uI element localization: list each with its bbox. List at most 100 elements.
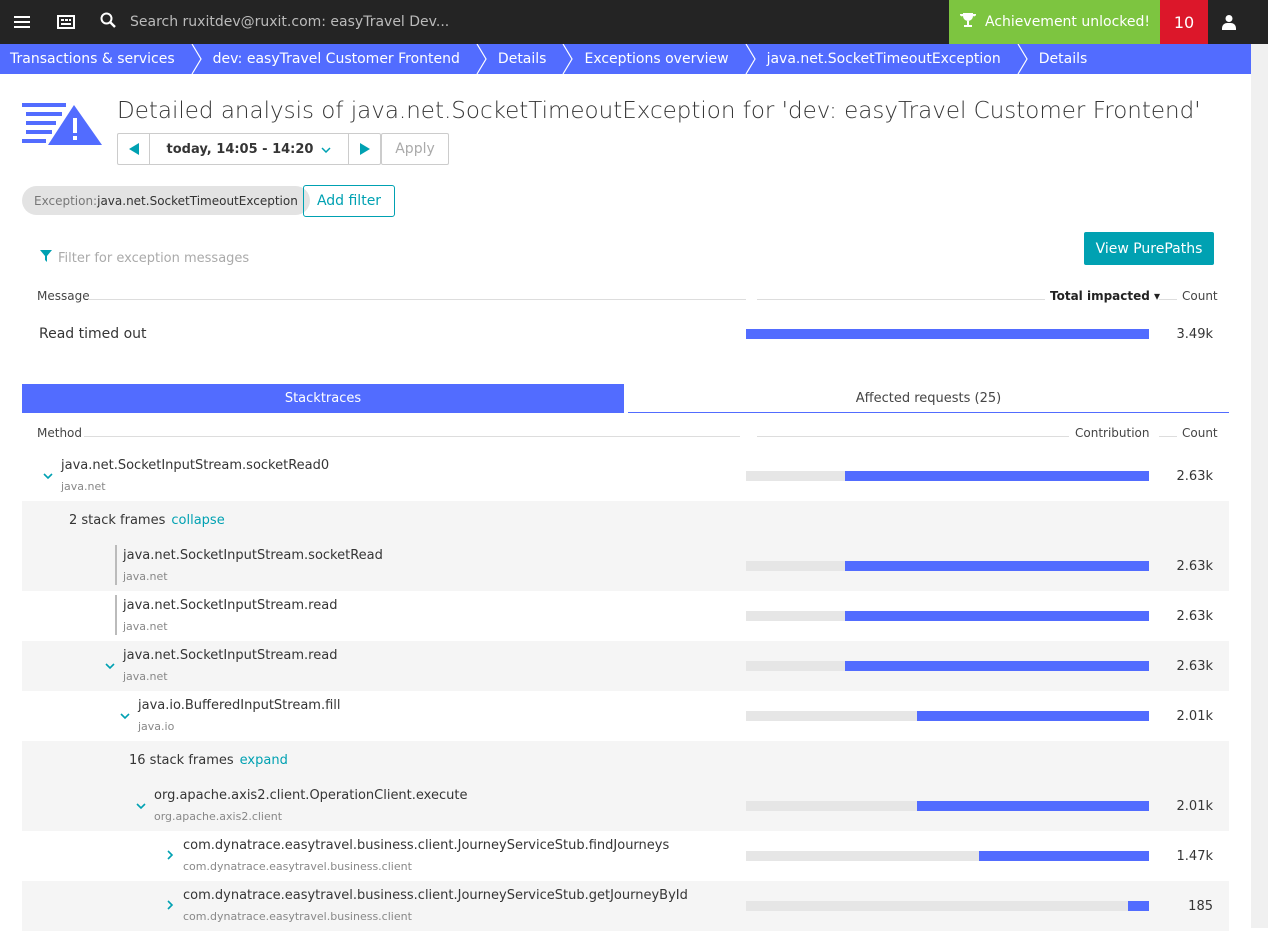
timeframe-prev-button[interactable] [118, 134, 149, 164]
stack-frames-row[interactable]: 16 stack frames expand [22, 741, 1229, 781]
exception-list-icon [22, 103, 102, 151]
message-text[interactable]: Read timed out [39, 326, 147, 342]
breadcrumb-item[interactable]: Details [488, 44, 575, 74]
chevron-right-icon[interactable] [163, 898, 177, 912]
breadcrumb-label: dev: easyTravel Customer Frontend [212, 51, 460, 67]
contribution-bar-fill [845, 661, 1149, 671]
stack-row[interactable]: org.apache.axis2.client.OperationClient.… [22, 781, 1229, 831]
breadcrumb-item[interactable]: dev: easyTravel Customer Frontend [203, 44, 488, 74]
stack-row[interactable]: java.net.SocketInputStream.read java.net 2… [22, 591, 1229, 641]
achievement-banner[interactable]: Achievement unlocked! [949, 0, 1160, 44]
contribution-bar [746, 661, 1149, 671]
breadcrumb-separator-icon [745, 44, 756, 74]
dashboard-icon[interactable] [52, 0, 80, 44]
timeframe-dropdown[interactable]: today, 14:05 - 14:20 [149, 134, 349, 164]
breadcrumb-item[interactable]: Transactions & services [0, 44, 203, 74]
exception-filter-chip[interactable]: Exception: java.net.SocketTimeoutExcepti… [22, 186, 310, 215]
stack-row[interactable]: com.dynatrace.easytravel.business.client… [22, 881, 1229, 931]
timeframe-next-button[interactable] [349, 134, 380, 164]
stack-row[interactable]: com.dynatrace.easytravel.business.client… [22, 831, 1229, 881]
message-filter-input[interactable]: Filter for exception messages [40, 250, 249, 266]
package-name: java.net [123, 670, 168, 683]
col-contribution[interactable]: Contribution [1075, 426, 1150, 440]
col-method[interactable]: Method [37, 426, 82, 440]
stack-row[interactable]: java.net.SocketInputStream.socketRead0 ja… [22, 451, 1229, 501]
filter-placeholder: Filter for exception messages [58, 250, 250, 266]
frames-count: 2 stack frames [69, 513, 166, 528]
achievement-label: Achievement unlocked! [985, 14, 1150, 30]
menu-icon[interactable] [8, 0, 36, 44]
message-bar [746, 329, 1149, 339]
contribution-bar-fill [1127, 901, 1149, 911]
frame-indent-line [115, 545, 117, 585]
chip-key: Exception: [34, 193, 98, 208]
method-name: com.dynatrace.easytravel.business.client… [183, 888, 688, 903]
tab-stacktraces[interactable]: Stacktraces [22, 384, 624, 413]
stack-row[interactable]: java.io.BufferedInputStream.fill java.io 2… [22, 691, 1229, 741]
stack-frames-label: 16 stack frames expand [129, 753, 288, 768]
user-icon[interactable] [1208, 0, 1250, 44]
search-box[interactable]: Search ruxitdev@ruxit.com: easyTravel De… [100, 0, 449, 44]
col-total-impacted[interactable]: Total impacted ▾ [1050, 289, 1160, 303]
row-count: 2.63k [1176, 469, 1213, 484]
contribution-bar-fill [845, 471, 1149, 481]
col-count[interactable]: Count [1182, 289, 1218, 303]
divider [757, 299, 1045, 300]
message-bar-fill [746, 329, 1149, 339]
contribution-bar [746, 611, 1149, 621]
col-count[interactable]: Count [1182, 426, 1218, 440]
package-name: java.net [61, 480, 106, 493]
contribution-bar-fill [845, 561, 1149, 571]
breadcrumb-label: Details [497, 51, 547, 67]
page-title: Detailed analysis of java.net.SocketTime… [117, 98, 1201, 124]
stack-row[interactable]: java.net.SocketInputStream.socketRead jav… [22, 541, 1229, 591]
breadcrumb-separator-icon [562, 44, 574, 74]
collapse-link[interactable]: collapse [171, 513, 224, 528]
method-name: java.net.SocketInputStream.socketRead0 [61, 458, 330, 473]
row-count: 2.01k [1176, 799, 1213, 814]
chevron-down-icon[interactable] [118, 709, 132, 723]
expand-link[interactable]: expand [240, 753, 288, 768]
row-count: 2.63k [1176, 559, 1213, 574]
breadcrumb-item[interactable]: Exceptions overview [574, 44, 756, 74]
chevron-down-icon[interactable] [134, 799, 148, 813]
package-name: java.net [123, 620, 168, 633]
breadcrumb-item[interactable]: Details [1029, 44, 1104, 74]
scrollbar[interactable] [1251, 44, 1268, 928]
breadcrumb-label: Details [1038, 51, 1088, 67]
method-name: java.net.SocketInputStream.read [123, 648, 338, 663]
message-count: 3.49k [1176, 327, 1213, 342]
notification-count[interactable]: 10 [1160, 0, 1208, 44]
apply-button[interactable]: Apply [381, 133, 449, 165]
breadcrumb: Transactions & services dev: easyTravel C… [0, 44, 1251, 74]
breadcrumb-label: Exceptions overview [584, 51, 729, 67]
contribution-bar-fill [916, 801, 1149, 811]
frame-indent-line [115, 595, 117, 635]
col-message[interactable]: Message [37, 289, 90, 303]
method-name: org.apache.axis2.client.OperationClient.… [154, 788, 468, 803]
breadcrumb-item[interactable]: java.net.SocketTimeoutException [757, 44, 1029, 74]
divider [757, 436, 1069, 437]
stack-row[interactable]: java.net.SocketInputStream.read java.net 2… [22, 641, 1229, 691]
method-name: java.io.BufferedInputStream.fill [138, 698, 341, 713]
method-name: java.net.SocketInputStream.socketRead [123, 548, 383, 563]
stack-frames-row[interactable]: 2 stack frames collapse [22, 501, 1229, 541]
package-name: org.apache.axis2.client [154, 810, 283, 823]
frames-count: 16 stack frames [129, 753, 234, 768]
chevron-down-icon[interactable] [103, 659, 117, 673]
method-name: java.net.SocketInputStream.read [123, 598, 338, 613]
tab-affected-requests[interactable]: Affected requests (25) [628, 384, 1229, 413]
contribution-bar [746, 471, 1149, 481]
top-bar: Search ruxitdev@ruxit.com: easyTravel De… [0, 0, 1268, 44]
contribution-bar-fill [845, 611, 1149, 621]
package-name: java.net [123, 570, 168, 583]
chevron-down-icon[interactable] [41, 469, 55, 483]
divider [84, 436, 740, 437]
divider [88, 299, 746, 300]
add-filter-button[interactable]: Add filter [303, 185, 395, 217]
row-count: 1.47k [1176, 849, 1213, 864]
contribution-bar [746, 801, 1149, 811]
view-purepaths-button[interactable]: View PurePaths [1084, 232, 1214, 265]
package-name: com.dynatrace.easytravel.business.client [183, 910, 412, 923]
chevron-right-icon[interactable] [163, 848, 177, 862]
